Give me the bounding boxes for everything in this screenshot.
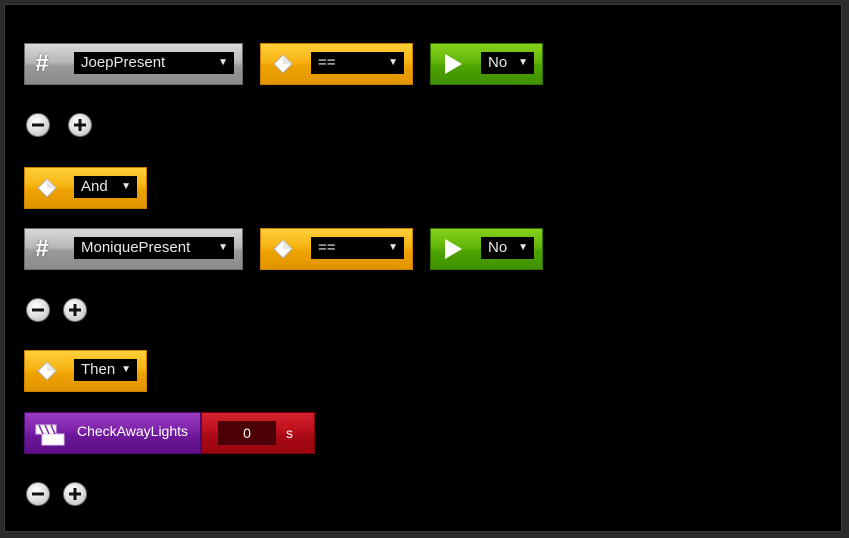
chevron-down-icon: ▼ (388, 57, 398, 68)
value-select-1[interactable]: No ▼ (481, 52, 534, 74)
remove-condition-button-2[interactable] (26, 298, 50, 322)
action-name: CheckAwayLights (77, 423, 189, 439)
chevron-down-icon: ▼ (518, 57, 528, 68)
operator-select-2[interactable]: == ▼ (311, 237, 404, 259)
chevron-down-icon: ▼ (121, 364, 131, 375)
chevron-down-icon: ▼ (518, 242, 528, 253)
operator-block-2: == ▼ (260, 228, 413, 270)
value-select-1-value: No (488, 54, 508, 71)
operator-select-1[interactable]: == ▼ (311, 52, 404, 74)
add-action-button[interactable] (63, 482, 87, 506)
rule-editor-panel: # JoepPresent ▼ == ▼ No ▼ And ▼ # Moniqu… (4, 4, 842, 532)
diamond-icon (37, 361, 57, 381)
remove-action-button[interactable] (26, 482, 50, 506)
operator-block-1: == ▼ (260, 43, 413, 85)
then-select[interactable]: Then ▼ (74, 359, 137, 381)
play-icon (445, 54, 462, 74)
value-block-1: No ▼ (430, 43, 543, 85)
operator-select-2-value: == (318, 239, 336, 256)
connector-select-value: And (81, 178, 108, 195)
action-block[interactable]: CheckAwayLights (24, 412, 201, 454)
connector-block: And ▼ (24, 167, 147, 209)
minus-circle-icon (32, 308, 44, 312)
value-block-2: No ▼ (430, 228, 543, 270)
variable-block-2: # MoniquePresent ▼ (24, 228, 243, 270)
operator-select-1-value: == (318, 54, 336, 71)
hash-icon: # (35, 50, 49, 77)
scene-clapper-icon (35, 424, 65, 446)
chevron-down-icon: ▼ (388, 242, 398, 253)
delay-input[interactable]: 0 (218, 421, 276, 445)
chevron-down-icon: ▼ (121, 181, 131, 192)
variable-select-1[interactable]: JoepPresent ▼ (74, 52, 234, 74)
delay-block: 0 s (201, 412, 315, 454)
delay-unit-label: s (286, 425, 293, 441)
diamond-icon (273, 239, 293, 259)
variable-select-2-value: MoniquePresent (81, 239, 191, 256)
value-select-2-value: No (488, 239, 508, 256)
diamond-icon (273, 54, 293, 74)
then-block: Then ▼ (24, 350, 147, 392)
plus-circle-icon (69, 304, 81, 316)
plus-circle-icon (69, 488, 81, 500)
hash-icon: # (35, 235, 49, 262)
minus-circle-icon (32, 123, 44, 127)
add-condition-button-1[interactable] (68, 113, 92, 137)
diamond-icon (37, 178, 57, 198)
connector-select[interactable]: And ▼ (74, 176, 137, 198)
value-select-2[interactable]: No ▼ (481, 237, 534, 259)
then-select-value: Then (81, 361, 116, 378)
variable-block-1: # JoepPresent ▼ (24, 43, 243, 85)
variable-select-1-value: JoepPresent (81, 54, 166, 71)
plus-circle-icon (74, 119, 86, 131)
add-condition-button-2[interactable] (63, 298, 87, 322)
chevron-down-icon: ▼ (218, 242, 228, 253)
play-icon (445, 239, 462, 259)
remove-condition-button-1[interactable] (26, 113, 50, 137)
minus-circle-icon (32, 492, 44, 496)
variable-select-2[interactable]: MoniquePresent ▼ (74, 237, 234, 259)
chevron-down-icon: ▼ (218, 57, 228, 68)
